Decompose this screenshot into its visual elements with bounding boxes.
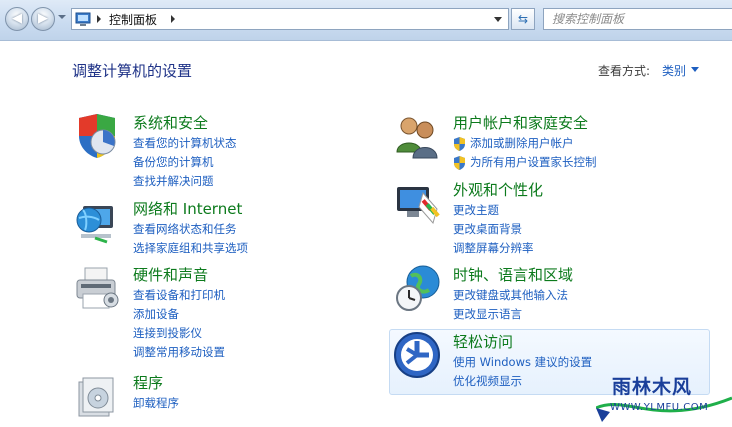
link-change-input-methods[interactable]: 更改键盘或其他输入法 [453, 286, 568, 305]
category-links: 查看网络状态和任务 选择家庭组和共享选项 [133, 220, 248, 258]
back-button[interactable]: ◀ [5, 7, 29, 31]
watermark-logo: 雨林木风 WWW.YLMFU.COM [596, 368, 732, 427]
link-connect-projector[interactable]: 连接到投影仪 [133, 324, 225, 343]
page-title: 调整计算机的设置 [72, 62, 193, 80]
link-change-desktop-background[interactable]: 更改桌面背景 [453, 220, 534, 239]
link-uninstall-program[interactable]: 卸载程序 [133, 394, 179, 413]
breadcrumb-control-panel[interactable]: 控制面板 [109, 11, 157, 28]
category-links: 使用 Windows 建议的设置 优化视频显示 [453, 353, 592, 391]
category-links: 更改键盘或其他输入法 更改显示语言 [453, 286, 568, 324]
ease-of-access-icon[interactable] [393, 331, 441, 379]
view-by-select[interactable]: 类别 [662, 62, 686, 79]
uac-shield-icon [454, 156, 465, 170]
recent-pages-dropdown-icon[interactable] [58, 15, 66, 19]
link-add-device[interactable]: 添加设备 [133, 305, 225, 324]
category-title[interactable]: 时钟、语言和区域 [453, 264, 573, 285]
link-troubleshoot[interactable]: 查找并解决问题 [133, 172, 237, 191]
link-change-theme[interactable]: 更改主题 [453, 201, 534, 220]
category-links: 更改主题 更改桌面背景 调整屏幕分辨率 [453, 201, 534, 258]
link-parental-controls[interactable]: 为所有用户设置家长控制 [453, 153, 597, 172]
address-dropdown-icon[interactable] [494, 17, 502, 22]
watermark-text: 雨林木风 [612, 376, 693, 398]
category-title[interactable]: 系统和安全 [133, 112, 208, 133]
category-links: 查看您的计算机状态 备份您的计算机 查找并解决问题 [133, 134, 237, 191]
personalization-icon[interactable] [393, 179, 441, 227]
network-globe-icon[interactable] [73, 198, 121, 246]
link-recommended-settings[interactable]: 使用 Windows 建议的设置 [453, 353, 592, 372]
users-icon[interactable] [393, 112, 441, 160]
link-add-remove-accounts[interactable]: 添加或删除用户帐户 [453, 134, 597, 153]
link-change-display-language[interactable]: 更改显示语言 [453, 305, 568, 324]
navigation-bar: ◀ ▶ 控制面板 ⇆ 搜索控制面板 [0, 0, 732, 41]
forward-button[interactable]: ▶ [31, 7, 55, 31]
link-label: 添加或删除用户帐户 [470, 136, 574, 150]
link-backup-computer[interactable]: 备份您的计算机 [133, 153, 237, 172]
category-title[interactable]: 程序 [133, 372, 163, 393]
link-view-network-status[interactable]: 查看网络状态和任务 [133, 220, 248, 239]
category-title[interactable]: 轻松访问 [453, 331, 513, 352]
category-title[interactable]: 网络和 Internet [133, 198, 242, 219]
uac-shield-icon [454, 137, 465, 151]
category-title[interactable]: 用户帐户和家庭安全 [453, 112, 588, 133]
address-bar[interactable]: 控制面板 [71, 8, 509, 30]
link-adjust-resolution[interactable]: 调整屏幕分辨率 [453, 239, 534, 258]
view-by-label: 查看方式: [598, 64, 651, 78]
link-view-devices-printers[interactable]: 查看设备和打印机 [133, 286, 225, 305]
link-view-computer-status[interactable]: 查看您的计算机状态 [133, 134, 237, 153]
category-title[interactable]: 硬件和声音 [133, 264, 208, 285]
breadcrumb-separator-icon[interactable] [97, 15, 101, 23]
category-links: 查看设备和打印机 添加设备 连接到投影仪 调整常用移动设置 [133, 286, 225, 362]
watermark-url: WWW.YLMFU.COM [610, 402, 709, 413]
category-links: 添加或删除用户帐户 为所有用户设置家长控制 [453, 134, 597, 172]
refresh-button[interactable]: ⇆ [511, 8, 535, 30]
chevron-down-icon[interactable] [691, 67, 699, 72]
breadcrumb-separator-icon[interactable] [171, 15, 175, 23]
control-panel-icon [75, 12, 91, 26]
security-shield-icon[interactable] [73, 112, 121, 160]
clock-globe-icon[interactable] [393, 264, 441, 312]
category-links: 卸载程序 [133, 394, 179, 413]
programs-box-icon[interactable] [73, 372, 121, 420]
search-input[interactable]: 搜索控制面板 [543, 8, 732, 30]
category-title[interactable]: 外观和个性化 [453, 179, 543, 200]
link-homegroup-sharing[interactable]: 选择家庭组和共享选项 [133, 239, 248, 258]
link-label: 为所有用户设置家长控制 [470, 155, 597, 169]
link-mobility-settings[interactable]: 调整常用移动设置 [133, 343, 225, 362]
printer-icon[interactable] [73, 264, 121, 312]
link-optimize-visual-display[interactable]: 优化视频显示 [453, 372, 592, 391]
